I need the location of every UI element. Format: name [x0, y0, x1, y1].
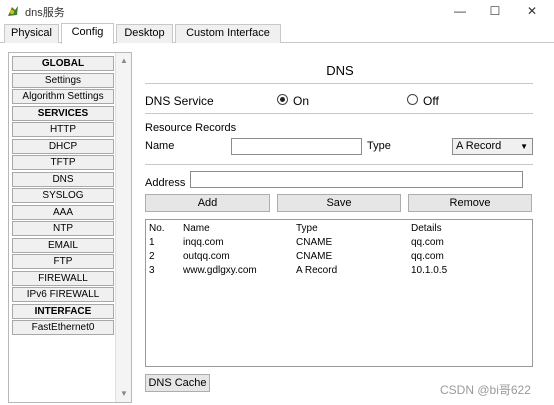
column-header-details: Details	[411, 223, 442, 234]
dns-off-radio[interactable]	[407, 94, 418, 105]
address-input[interactable]	[190, 171, 523, 188]
type-select-value: A Record	[456, 140, 502, 152]
dns-service-label: DNS Service	[145, 94, 214, 108]
sidebar-item-aaa[interactable]: AAA	[12, 204, 114, 220]
sidebar-header-interface: INTERFACE	[12, 303, 114, 319]
record-no: 2	[149, 251, 155, 262]
column-header-name: Name	[183, 223, 210, 234]
divider	[145, 113, 533, 114]
record-details: qq.com	[411, 251, 444, 262]
sidebar-item-dns[interactable]: DNS	[12, 171, 114, 187]
column-header-no: No.	[149, 223, 165, 234]
divider	[145, 83, 533, 84]
dns-cache-button[interactable]: DNS Cache	[145, 374, 210, 392]
sidebar-header-global: GLOBAL	[12, 56, 114, 71]
dns-on-radio[interactable]	[277, 94, 288, 105]
tab-config[interactable]: Config	[61, 23, 114, 44]
record-details: qq.com	[411, 237, 444, 248]
record-type: A Record	[296, 265, 338, 276]
scroll-down-icon[interactable]: ▼	[119, 389, 129, 399]
record-no: 3	[149, 265, 155, 276]
tab-bar: Physical Config Desktop Custom Interface	[0, 23, 554, 44]
dns-off-label: Off	[423, 94, 439, 108]
divider	[145, 164, 533, 165]
watermark: CSDN @bi哥622	[440, 383, 531, 397]
dns-panel: DNS DNS Service On Off Resource Records …	[140, 43, 540, 405]
type-select[interactable]: A Record ▼	[452, 138, 533, 155]
sidebar-item-settings[interactable]: Settings	[12, 72, 114, 88]
table-row[interactable]: 2 outqq.com CNAME qq.com	[146, 250, 532, 264]
sidebar-item-email[interactable]: EMAIL	[12, 237, 114, 253]
dns-on-label: On	[293, 94, 310, 108]
sidebar-item-tftp[interactable]: TFTP	[12, 155, 114, 170]
config-content: GLOBAL Settings Algorithm Settings SERVI…	[0, 43, 554, 405]
type-label: Type	[367, 140, 391, 152]
record-name: outqq.com	[183, 251, 230, 262]
table-header-row: No. Name Type Details	[146, 222, 532, 236]
sidebar-item-fastethernet0[interactable]: FastEthernet0	[12, 320, 114, 335]
chevron-down-icon: ▼	[520, 142, 528, 151]
record-type: CNAME	[296, 251, 333, 262]
name-input[interactable]	[231, 138, 362, 155]
record-no: 1	[149, 237, 155, 248]
tab-desktop[interactable]: Desktop	[116, 24, 173, 43]
address-label: Address	[145, 177, 186, 189]
sidebar-item-http[interactable]: HTTP	[12, 122, 114, 137]
column-header-type: Type	[296, 223, 318, 234]
sidebar-scrollbar[interactable]: ▲ ▼	[115, 53, 131, 402]
record-type: CNAME	[296, 237, 333, 248]
maximize-button[interactable]: ☐	[480, 2, 510, 20]
sidebar-item-ftp[interactable]: FTP	[12, 254, 114, 269]
name-label: Name	[145, 140, 175, 152]
panel-title: DNS	[326, 63, 354, 78]
record-name: inqq.com	[183, 237, 224, 248]
record-name: www.gdlgxy.com	[183, 265, 257, 276]
minimize-button[interactable]: —	[445, 2, 475, 20]
sidebar-item-ipv6-firewall[interactable]: IPv6 FIREWALL	[12, 287, 114, 302]
sidebar-item-syslog[interactable]: SYSLOG	[12, 188, 114, 203]
record-details: 10.1.0.5	[411, 265, 448, 276]
title-bar: dns服务 — ☐ ✕	[0, 0, 554, 22]
tab-physical[interactable]: Physical	[4, 24, 59, 43]
records-table[interactable]: No. Name Type Details 1 inqq.com CNAME q…	[145, 219, 533, 367]
save-button[interactable]: Save	[277, 194, 401, 212]
sidebar-list: GLOBAL Settings Algorithm Settings SERVI…	[12, 56, 114, 337]
window-title: dns服务	[25, 7, 65, 19]
scroll-up-icon[interactable]: ▲	[119, 56, 129, 66]
config-sidebar: GLOBAL Settings Algorithm Settings SERVI…	[8, 52, 132, 403]
sidebar-item-ntp[interactable]: NTP	[12, 221, 114, 236]
sidebar-item-firewall[interactable]: FIREWALL	[12, 270, 114, 286]
table-row[interactable]: 1 inqq.com CNAME qq.com	[146, 236, 532, 250]
add-button[interactable]: Add	[145, 194, 270, 212]
sidebar-header-services: SERVICES	[12, 105, 114, 121]
tab-custom-interface[interactable]: Custom Interface	[175, 24, 281, 43]
sidebar-item-dhcp[interactable]: DHCP	[12, 138, 114, 154]
app-icon	[8, 6, 18, 16]
table-row[interactable]: 3 www.gdlgxy.com A Record 10.1.0.5	[146, 264, 532, 278]
sidebar-item-algorithm-settings[interactable]: Algorithm Settings	[12, 89, 114, 104]
close-button[interactable]: ✕	[517, 2, 547, 20]
remove-button[interactable]: Remove	[408, 194, 532, 212]
resource-records-label: Resource Records	[145, 122, 237, 134]
